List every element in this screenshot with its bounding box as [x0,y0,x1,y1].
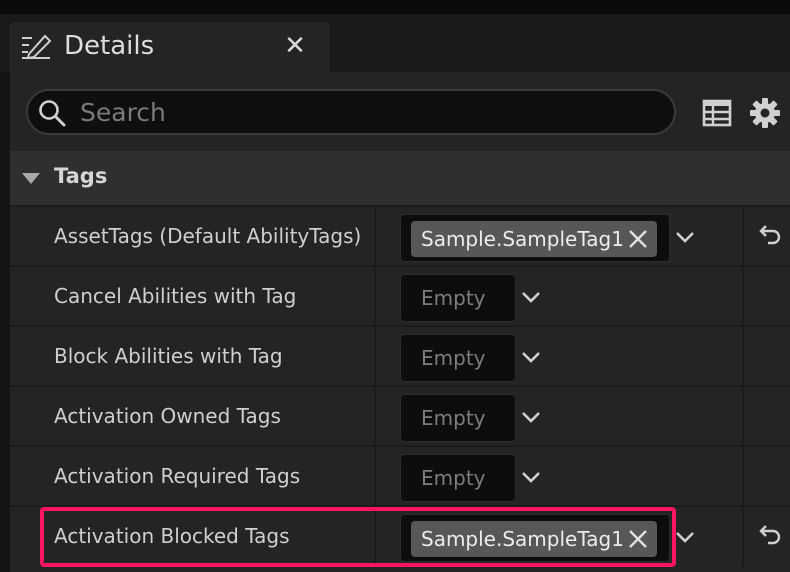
column-divider [374,327,376,387]
reset-to-default-icon[interactable] [756,223,782,249]
tag-text: Sample.SampleTag1 [421,227,624,251]
category-label: Tags [54,164,108,188]
tag-container[interactable]: Sample.SampleTag1 [400,214,670,262]
property-row-block-abilities: Block Abilities with Tag Empty [10,325,790,387]
column-divider [742,387,744,447]
tag-container-empty[interactable]: Empty [400,274,516,322]
column-divider [374,207,376,267]
triangle-down-icon[interactable] [22,173,40,184]
tab-title: Details [64,31,155,61]
search-box[interactable] [26,89,676,135]
column-divider [742,267,744,327]
property-row-asset-tags: AssetTags (Default AbilityTags) Sample.S… [10,205,790,267]
empty-text: Empty [421,286,486,310]
tag-pill[interactable]: Sample.SampleTag1 [411,221,657,257]
property-row-activation-owned: Activation Owned Tags Empty [10,385,790,447]
details-tab[interactable]: Details ✕ [10,22,330,72]
property-label: Activation Owned Tags [54,404,281,428]
tag-container-empty[interactable]: Empty [400,454,516,502]
empty-text: Empty [421,466,486,490]
empty-text: Empty [421,346,486,370]
column-divider [374,387,376,447]
chevron-down-icon[interactable] [520,350,542,364]
chevron-down-icon[interactable] [520,470,542,484]
chevron-down-icon[interactable] [520,410,542,424]
reset-to-default-icon[interactable] [756,523,782,549]
property-label: AssetTags (Default AbilityTags) [54,224,362,248]
remove-x-icon[interactable] [627,228,649,250]
property-list: AssetTags (Default AbilityTags) Sample.S… [10,205,790,567]
column-divider [742,507,744,567]
tag-pill[interactable]: Sample.SampleTag1 [411,521,657,557]
property-row-activation-required: Activation Required Tags Empty [10,445,790,507]
property-label: Activation Required Tags [54,464,301,488]
column-divider [374,447,376,507]
tag-container-empty[interactable]: Empty [400,334,516,382]
details-panel: Tags AssetTags (Default AbilityTags) Sam… [10,72,790,572]
empty-text: Empty [421,406,486,430]
column-divider [742,327,744,387]
table-view-icon[interactable] [702,98,732,128]
tag-container-empty[interactable]: Empty [400,394,516,442]
category-tags[interactable]: Tags [10,151,790,205]
details-pencil-icon [22,34,52,60]
column-divider [374,267,376,327]
tag-container[interactable]: Sample.SampleTag1 [400,514,670,562]
property-label: Cancel Abilities with Tag [54,284,297,308]
remove-x-icon[interactable] [627,528,649,550]
window-top-strip [0,0,790,14]
chevron-down-icon[interactable] [674,230,696,244]
close-icon[interactable]: ✕ [280,32,310,62]
property-label: Activation Blocked Tags [54,524,290,548]
search-input[interactable] [80,95,660,129]
property-label: Block Abilities with Tag [54,344,283,368]
chevron-down-icon[interactable] [674,530,696,544]
column-divider [742,207,744,267]
column-divider [374,507,376,567]
column-divider [742,447,744,507]
search-icon [39,100,66,127]
chevron-down-icon[interactable] [520,290,542,304]
property-row-activation-blocked: Activation Blocked Tags Sample.SampleTag… [10,505,790,567]
tag-text: Sample.SampleTag1 [421,527,624,551]
property-row-cancel-abilities: Cancel Abilities with Tag Empty [10,265,790,327]
gear-icon[interactable] [748,96,782,130]
